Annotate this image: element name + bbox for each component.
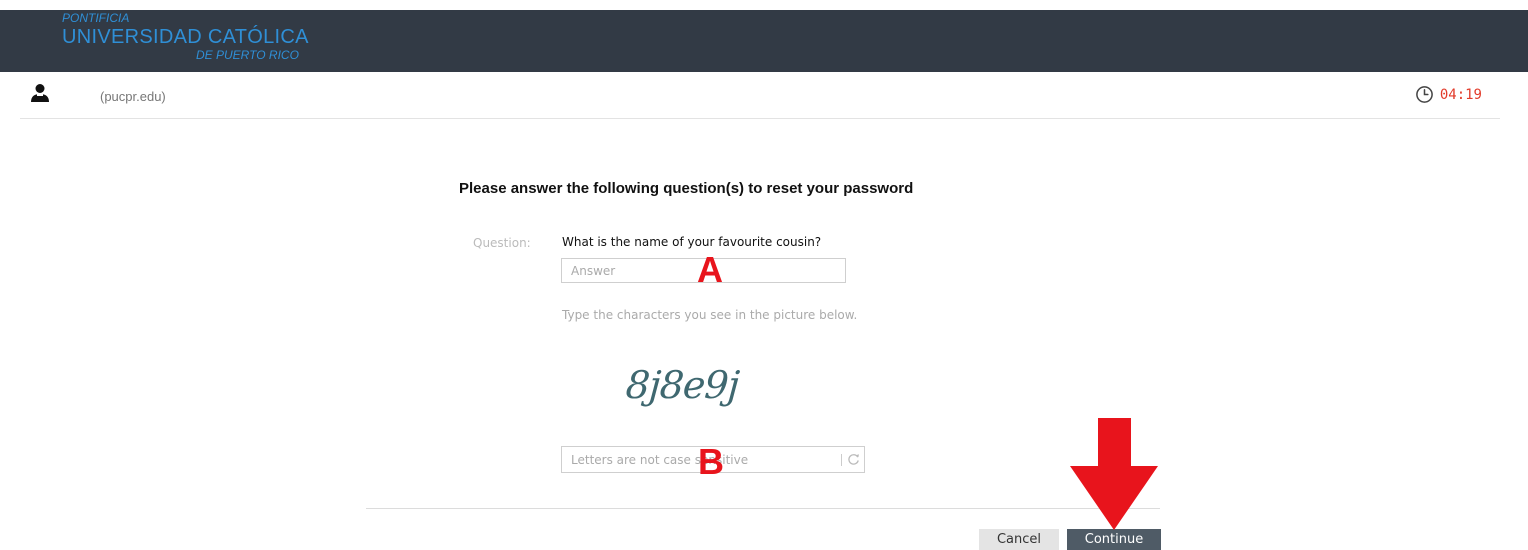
captcha-image: 8j8e9j [624, 363, 741, 407]
question-label: Question: [473, 236, 531, 250]
header-bar: PONTIFICIA UNIVERSIDAD CATÓLICA DE PUERT… [0, 10, 1528, 72]
user-domain: (pucpr.edu) [100, 89, 166, 104]
clock-icon [1415, 86, 1433, 103]
user-bar: (pucpr.edu) 04:19 [20, 72, 1500, 119]
logo-line-3: DE PUERTO RICO [196, 48, 299, 62]
refresh-icon[interactable] [846, 452, 861, 467]
timer-value: 04:19 [1439, 86, 1482, 103]
continue-button[interactable]: Continue [1067, 529, 1161, 550]
cancel-button[interactable]: Cancel [979, 529, 1059, 550]
refresh-separator [841, 454, 842, 466]
captcha-text: 8j8e9j [624, 363, 741, 407]
question-text: What is the name of your favourite cousi… [562, 235, 822, 249]
captcha-hint: Type the characters you see in the pictu… [562, 308, 858, 322]
logo-line-2: UNIVERSIDAD CATÓLICA [62, 26, 309, 48]
arrow-down-annotation [1070, 418, 1158, 530]
captcha-input[interactable] [562, 447, 832, 472]
page-title: Please answer the following question(s) … [459, 180, 914, 197]
session-timer: 04:19 [1415, 85, 1482, 104]
logo-line-1: PONTIFICIA [62, 11, 130, 25]
annotation-marker-a: A [697, 249, 723, 290]
user-icon [31, 84, 49, 102]
form-divider [366, 508, 1160, 509]
annotation-marker-b: B [698, 441, 724, 482]
university-logo: PONTIFICIA UNIVERSIDAD CATÓLICA DE PUERT… [62, 12, 309, 62]
